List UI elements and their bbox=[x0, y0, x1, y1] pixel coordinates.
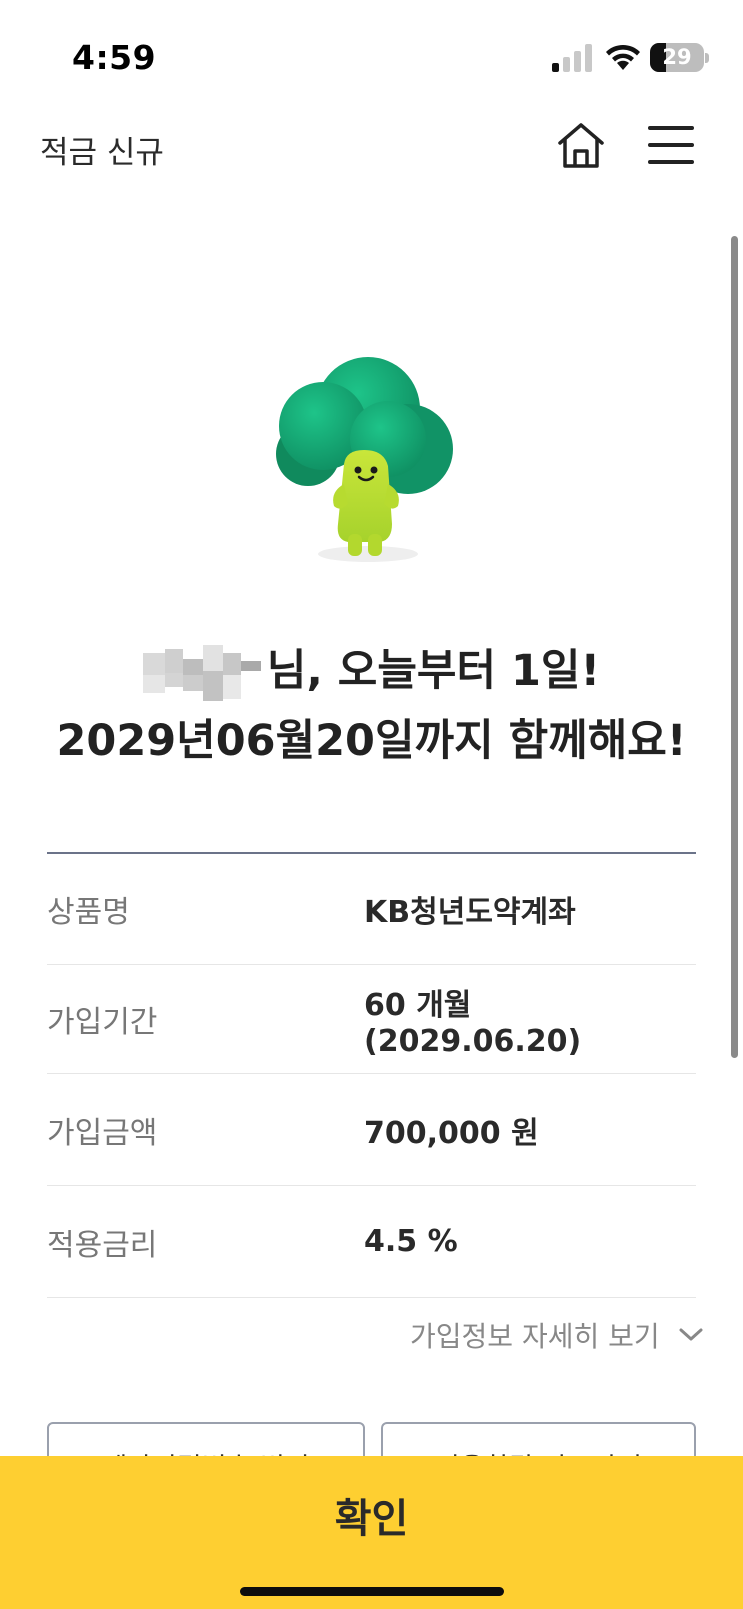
info-label: 상품명 bbox=[47, 895, 130, 930]
page-title: 적금 신규 bbox=[40, 135, 164, 171]
info-value: KB청년도약계좌 bbox=[364, 895, 576, 930]
info-label: 가입금액 bbox=[47, 1115, 158, 1151]
headline-line1: 님, 오늘부터 1일! bbox=[0, 640, 743, 702]
info-row-product: 상품명 KB청년도약계좌 bbox=[47, 854, 696, 965]
home-indicator bbox=[240, 1587, 504, 1596]
menu-line bbox=[648, 126, 694, 130]
headline-greeting: 님, 오늘부터 1일! bbox=[266, 646, 601, 696]
menu-button[interactable] bbox=[648, 124, 694, 166]
headline-line2: 2029년06월20일까지 함께해요! bbox=[56, 716, 687, 766]
info-row-rate: 적용금리 4.5 % bbox=[47, 1186, 696, 1298]
redacted-name bbox=[142, 644, 263, 703]
confirm-label: 확인 bbox=[334, 1496, 409, 1542]
view-details-link[interactable]: 가입정보 자세히 보기 bbox=[410, 1313, 704, 1357]
welcome-headline: 님, 오늘부터 1일! 2029년06월20일까지 함께해요! bbox=[0, 640, 743, 772]
battery-level: 29 bbox=[662, 45, 692, 69]
info-row-period: 가입기간 60 개월 (2029.06.20) bbox=[47, 965, 696, 1074]
info-row-amount: 가입금액 700,000 원 bbox=[47, 1074, 696, 1186]
menu-line bbox=[648, 143, 694, 147]
info-value: 700,000 원 bbox=[364, 1115, 539, 1151]
confirm-button[interactable]: 확인 bbox=[0, 1456, 743, 1609]
view-details-label: 가입정보 자세히 보기 bbox=[410, 1320, 660, 1353]
cellular-signal-icon bbox=[552, 44, 592, 72]
status-bar: 4:59 29 bbox=[0, 0, 743, 110]
home-icon[interactable] bbox=[556, 121, 606, 171]
info-label: 가입기간 bbox=[47, 1005, 158, 1040]
battery-icon: 29 bbox=[650, 43, 709, 72]
app-header: 적금 신규 bbox=[0, 110, 743, 180]
account-info-table: 상품명 KB청년도약계좌 가입기간 60 개월 (2029.06.20) 가입금… bbox=[47, 852, 696, 1298]
chevron-down-icon bbox=[679, 1328, 703, 1341]
info-value: 60 개월 (2029.06.20) bbox=[364, 987, 582, 1059]
info-value: 4.5 % bbox=[364, 1224, 458, 1259]
menu-line bbox=[648, 160, 694, 164]
status-time: 4:59 bbox=[72, 38, 157, 77]
broccoli-mascot-illustration bbox=[276, 357, 453, 562]
info-label: 적용금리 bbox=[47, 1227, 158, 1263]
wifi-icon bbox=[606, 44, 640, 70]
